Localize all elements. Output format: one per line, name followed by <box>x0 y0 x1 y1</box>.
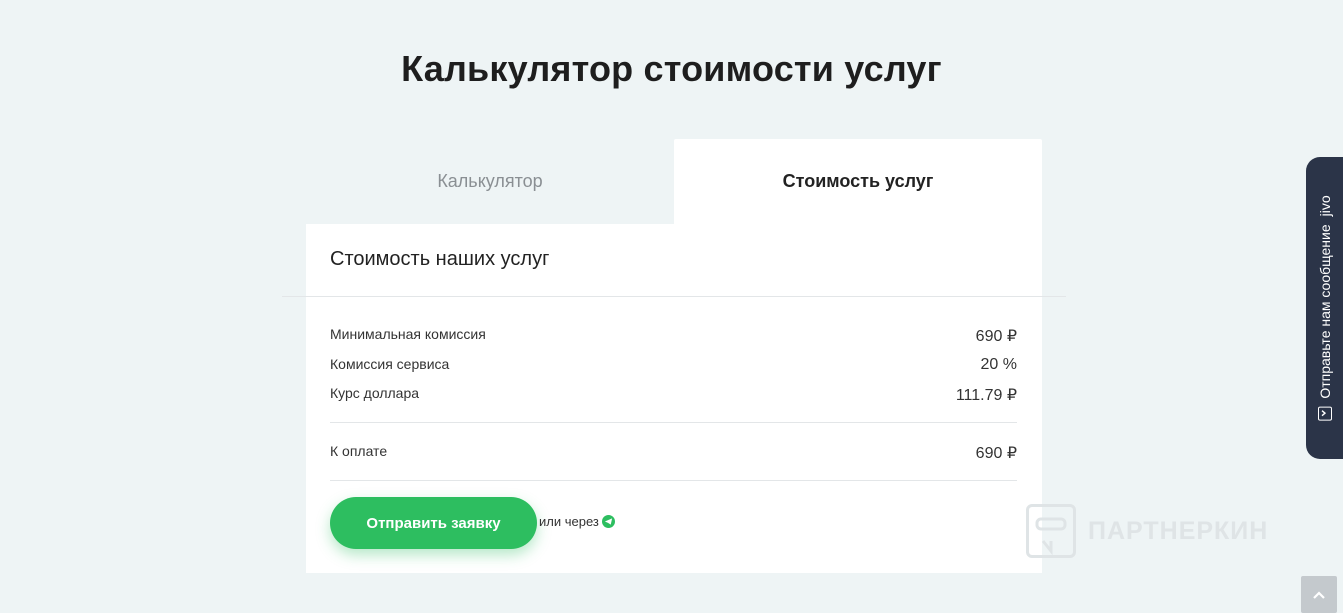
total-row: К оплате 690 ₽ <box>330 443 1017 463</box>
watermark-text: ПАРТНЕРКИН <box>1088 516 1269 545</box>
price-row-dollar-rate: Курс доллара 111.79 ₽ <box>330 385 1017 405</box>
total-label: К оплате <box>330 443 388 459</box>
row-label: Комиссия сервиса <box>330 356 450 372</box>
watermark-logo-icon <box>1026 504 1076 558</box>
card-title: Стоимость наших услуг <box>330 248 550 270</box>
tab-bar: Калькулятор Стоимость услуг <box>306 139 1042 224</box>
chat-widget-label: Отправьте нам сообщение <box>1316 224 1333 399</box>
message-icon <box>1317 406 1332 421</box>
divider <box>282 296 1066 297</box>
row-value: 20 % <box>980 356 1017 373</box>
row-label: Курс доллара <box>330 385 420 401</box>
page-title: Калькулятор стоимости услуг <box>401 48 942 89</box>
tab-calculator[interactable]: Калькулятор <box>306 139 674 224</box>
submit-request-button[interactable]: Отправить заявку <box>330 497 537 549</box>
divider <box>330 480 1017 481</box>
divider <box>330 422 1017 423</box>
or-via-telegram: или через <box>539 514 615 529</box>
price-row-service-commission: Комиссия сервиса 20 % <box>330 356 1017 374</box>
chat-widget-content: Отправьте нам сообщение jivo <box>1316 195 1333 421</box>
tab-service-prices[interactable]: Стоимость услуг <box>674 139 1042 224</box>
prices-card: Стоимость наших услуг Минимальная комисс… <box>282 224 1066 573</box>
chevron-up-icon <box>1313 590 1325 599</box>
jivo-logo: jivo <box>1316 195 1333 217</box>
row-label: Минимальная комиссия <box>330 326 486 342</box>
watermark: ПАРТНЕРКИН <box>1026 504 1268 558</box>
row-value: 690 ₽ <box>975 328 1017 345</box>
telegram-icon[interactable] <box>601 515 615 528</box>
chat-widget-tab[interactable]: Отправьте нам сообщение jivo <box>1306 157 1343 459</box>
or-via-label: или через <box>539 514 599 529</box>
price-row-min-commission: Минимальная комиссия 690 ₽ <box>330 326 1017 346</box>
total-value: 690 ₽ <box>975 445 1017 462</box>
scroll-to-top-button[interactable] <box>1301 576 1337 613</box>
row-value: 111.79 ₽ <box>955 387 1017 404</box>
